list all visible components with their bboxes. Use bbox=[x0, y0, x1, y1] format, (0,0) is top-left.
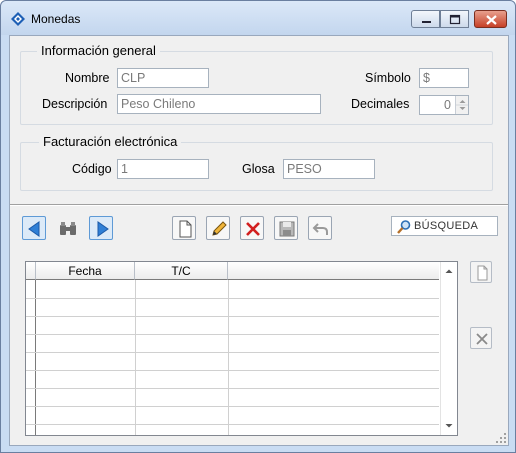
nombre-label: Nombre bbox=[65, 71, 110, 85]
delete-row-icon bbox=[476, 333, 488, 345]
column-header-tc[interactable]: T/C bbox=[135, 262, 228, 280]
scroll-up-arrow-icon[interactable] bbox=[441, 264, 457, 278]
find-button[interactable] bbox=[55, 216, 79, 240]
grid-row-line bbox=[26, 298, 439, 299]
title-bar[interactable]: Monedas bbox=[1, 1, 515, 35]
codigo-field[interactable]: 1 bbox=[117, 159, 209, 179]
spin-updown-icon bbox=[456, 100, 468, 110]
simbolo-label: Símbolo bbox=[365, 71, 411, 85]
nombre-field[interactable]: CLP bbox=[117, 68, 209, 88]
prev-arrow-icon bbox=[28, 221, 40, 237]
decimales-value: 0 bbox=[444, 98, 451, 112]
next-arrow-icon bbox=[97, 221, 109, 237]
undo-button[interactable] bbox=[308, 216, 332, 240]
maximize-button[interactable] bbox=[440, 10, 469, 28]
glosa-label: Glosa bbox=[242, 162, 275, 176]
app-logo-icon bbox=[11, 12, 25, 26]
grid-row-line bbox=[26, 424, 439, 425]
toolbar-separator bbox=[10, 204, 508, 206]
next-record-button[interactable] bbox=[89, 216, 113, 240]
scroll-down-arrow-icon[interactable] bbox=[441, 419, 457, 433]
descripcion-field[interactable]: Peso Chileno bbox=[117, 94, 321, 114]
grid-row-line bbox=[26, 352, 439, 353]
form-client-area: Información general Nombre CLP Descripci… bbox=[9, 35, 509, 446]
binoculars-icon bbox=[60, 222, 76, 235]
search-magnifier-icon bbox=[397, 220, 411, 234]
glosa-field[interactable]: PESO bbox=[283, 159, 375, 179]
column-header-fecha[interactable]: Fecha bbox=[36, 262, 135, 280]
pencil-edit-icon bbox=[212, 221, 227, 236]
row-indicator-column bbox=[26, 280, 36, 435]
close-button[interactable] bbox=[474, 10, 507, 28]
general-info-title: Información general bbox=[37, 43, 160, 58]
search-label: BÚSQUEDA bbox=[414, 220, 479, 232]
delete-x-icon bbox=[246, 222, 260, 236]
decimales-label: Decimales bbox=[351, 97, 410, 111]
resize-grip-icon[interactable] bbox=[495, 432, 507, 444]
save-button[interactable] bbox=[274, 216, 298, 240]
delete-button[interactable] bbox=[240, 216, 264, 240]
decimales-field[interactable]: 0 bbox=[419, 95, 469, 115]
grid-row-line bbox=[26, 334, 439, 335]
grid-column-line bbox=[135, 280, 136, 435]
decimales-spinner[interactable] bbox=[455, 96, 468, 114]
grid-row-line bbox=[26, 316, 439, 317]
new-document-icon bbox=[179, 220, 192, 238]
new-row-icon bbox=[477, 265, 488, 281]
facturacion-title: Facturación electrónica bbox=[39, 134, 182, 149]
close-icon bbox=[486, 15, 497, 25]
minimize-icon bbox=[422, 21, 431, 23]
grid-row-line bbox=[26, 406, 439, 407]
grid-row-line bbox=[26, 388, 439, 389]
column-header-filler bbox=[228, 262, 439, 280]
descripcion-label: Descripción bbox=[42, 97, 108, 111]
undo-icon bbox=[312, 223, 328, 235]
delete-row-button[interactable] bbox=[470, 327, 492, 349]
minimize-button[interactable] bbox=[411, 10, 440, 28]
grid-column-line bbox=[228, 280, 229, 435]
add-row-button[interactable] bbox=[470, 261, 492, 283]
edit-button[interactable] bbox=[206, 216, 230, 240]
grid-vertical-scrollbar[interactable] bbox=[440, 262, 457, 435]
simbolo-field[interactable]: $ bbox=[419, 68, 469, 88]
new-button[interactable] bbox=[172, 216, 196, 240]
window-frame: Monedas Información general Nombre CLP D… bbox=[0, 0, 516, 453]
grid-corner-header bbox=[26, 262, 36, 280]
prev-record-button[interactable] bbox=[22, 216, 46, 240]
save-disk-icon bbox=[279, 221, 295, 237]
grid-row-line bbox=[26, 370, 439, 371]
codigo-label: Código bbox=[72, 162, 112, 176]
search-box[interactable]: BÚSQUEDA bbox=[391, 216, 498, 236]
maximize-icon bbox=[449, 14, 461, 25]
window-title: Monedas bbox=[31, 12, 81, 26]
rates-grid[interactable]: Fecha T/C bbox=[25, 261, 458, 436]
